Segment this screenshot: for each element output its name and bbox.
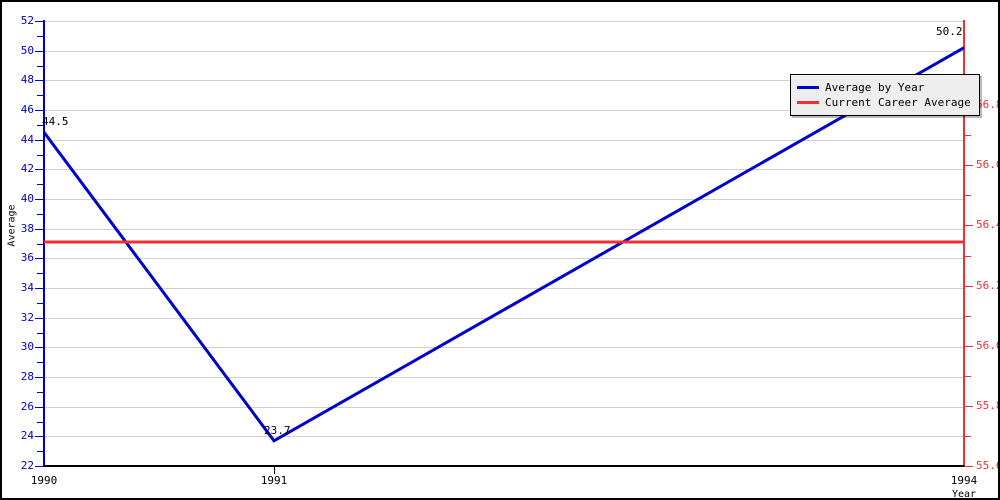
left-axis-tick-label: 28 (20, 370, 34, 383)
left-axis-tick-label: 44 (20, 132, 34, 146)
right-axis-minor-tick (964, 195, 971, 197)
left-axis-tick-label: 42 (20, 162, 34, 176)
left-axis-tick (35, 288, 44, 289)
right-axis-tick-label: 56.4 (976, 218, 1000, 232)
left-axis-minor-tick (37, 95, 44, 97)
bottom-axis-spine (43, 465, 965, 467)
left-axis-tick-label: 52 (20, 14, 34, 27)
right-axis-tick (964, 466, 973, 467)
legend[interactable]: Average by Year Current Career Average (790, 74, 980, 116)
right-axis-tick-label: 56.6 (976, 158, 1000, 172)
left-axis-tick (35, 50, 44, 52)
left-axis-tick (35, 466, 44, 467)
left-axis-minor-tick (37, 243, 44, 245)
point-value-label: 50.2 (936, 24, 963, 38)
x-axis-title: Year (951, 489, 977, 500)
left-axis-tick-label: 32 (20, 310, 34, 324)
left-axis-tick-label: 50 (20, 43, 34, 57)
right-axis-minor-tick (964, 135, 971, 137)
bottom-axis-tick (274, 466, 275, 474)
right-axis-tick (964, 225, 973, 227)
left-axis-minor-tick (37, 302, 44, 304)
left-axis-tick-label: 26 (20, 399, 34, 413)
gridline (44, 347, 964, 349)
left-axis-tick-label: 30 (20, 340, 34, 354)
point-value-label: 44.5 (42, 115, 69, 129)
gridline (44, 21, 964, 22)
gridline (44, 406, 964, 408)
y-axis-title: Average (6, 204, 18, 247)
left-axis-tick-label: 34 (20, 281, 34, 294)
right-axis-minor-tick (964, 435, 971, 437)
left-axis-minor-tick (37, 154, 44, 156)
gridline (44, 258, 964, 260)
left-axis-tick (35, 228, 44, 230)
right-axis-minor-tick (964, 255, 971, 257)
gridline (44, 288, 964, 289)
left-axis-tick (35, 317, 44, 319)
left-axis-tick (35, 199, 44, 200)
left-axis-tick (35, 347, 44, 349)
right-axis-tick-label: 55.6 (976, 459, 1000, 472)
left-axis-minor-tick (37, 273, 44, 275)
gridline (44, 317, 964, 319)
left-axis-tick (35, 139, 44, 141)
left-axis-tick (35, 406, 44, 408)
left-axis-minor-tick (37, 213, 44, 215)
legend-swatch-icon-red (797, 101, 819, 104)
gridline (44, 169, 964, 171)
right-axis-tick (964, 345, 973, 347)
right-axis-tick-label: 56.0 (976, 338, 1000, 352)
left-axis-tick (35, 436, 44, 438)
point-value-label: 23.7 (264, 423, 291, 437)
gridline (44, 228, 964, 230)
left-axis-tick (35, 258, 44, 260)
bottom-axis-tick-label: 1991 (260, 474, 288, 487)
left-axis-tick-label: 46 (20, 103, 34, 116)
left-axis-minor-tick (37, 184, 44, 186)
left-axis-tick-label: 22 (20, 459, 34, 472)
line-chart: 52 50 48 46 44 42 40 38 36 34 32 30 28 26 24 22 56.8 56.… (0, 0, 1000, 500)
left-axis-minor-tick (37, 65, 44, 67)
gridline (44, 50, 964, 52)
left-axis-minor-tick (37, 35, 44, 37)
left-axis-minor-tick (37, 362, 44, 364)
right-axis-tick (964, 285, 973, 287)
legend-label: Average by Year (825, 81, 925, 94)
left-axis-tick (35, 80, 44, 82)
left-axis-tick-label: 48 (20, 73, 34, 87)
left-axis-tick (35, 110, 44, 111)
bottom-axis-tick-label: 1994 (950, 474, 978, 487)
left-axis-tick-label: 24 (20, 429, 34, 443)
gridline (44, 139, 964, 141)
gridline (44, 377, 964, 378)
left-axis-minor-tick (37, 332, 44, 334)
left-axis-tick (35, 169, 44, 171)
gridline (44, 436, 964, 438)
legend-item-average-by-year[interactable]: Average by Year (797, 80, 971, 95)
right-axis-tick-label: 55.8 (976, 398, 1000, 412)
right-axis-tick (964, 405, 973, 407)
right-axis-minor-tick (964, 315, 971, 317)
right-axis-tick-label: 56.2 (976, 278, 1000, 292)
gridline (44, 199, 964, 200)
legend-label: Current Career Average (825, 96, 971, 109)
bottom-axis-tick-label: 1990 (30, 474, 58, 487)
left-axis-minor-tick (37, 391, 44, 393)
left-axis-tick (35, 21, 44, 22)
left-axis-minor-tick (37, 421, 44, 423)
right-axis-tick (964, 165, 973, 167)
right-axis-minor-tick (964, 375, 971, 377)
left-axis-tick (35, 377, 44, 378)
legend-swatch-icon-blue (797, 86, 819, 89)
legend-item-current-career-average[interactable]: Current Career Average (797, 95, 971, 110)
left-axis-minor-tick (37, 451, 44, 453)
